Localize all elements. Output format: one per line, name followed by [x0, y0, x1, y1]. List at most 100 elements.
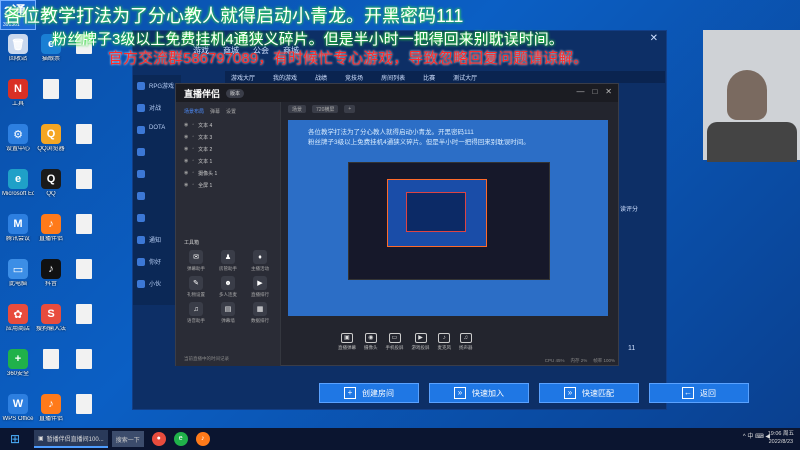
game-sidebar-item[interactable]	[133, 163, 181, 185]
clock-time: 19:06 周五	[767, 431, 794, 437]
game-sidebar-item[interactable]: RPG游戏	[133, 75, 181, 97]
desktop-icon[interactable]: +360安全	[2, 345, 34, 390]
desktop-icon[interactable]	[35, 75, 67, 120]
taskbar-search-input[interactable]: 搜索一下	[111, 431, 144, 447]
scene-item[interactable]: ◉ ▫ 文本 2	[176, 143, 280, 155]
scene-item[interactable]: ◉ ▫ 文本 1	[176, 155, 280, 167]
desktop-icon[interactable]	[68, 345, 100, 390]
toolbox-item[interactable]: ♫ 语音助手	[180, 302, 212, 324]
visibility-icon[interactable]: ◉	[184, 134, 188, 140]
start-menu-icon[interactable]: ⊞	[6, 430, 24, 448]
desktop-icon[interactable]: ✿ 应用商店	[2, 300, 34, 345]
game-action-button[interactable]: » 快速加入	[429, 383, 529, 403]
game-sidebar-item[interactable]	[133, 185, 181, 207]
toolbox-item[interactable]: ▶ 直播排行	[244, 276, 276, 298]
game-action-button[interactable]: ← 返回	[649, 383, 749, 403]
lock-icon[interactable]: ▫	[192, 134, 194, 140]
game-subnav-item[interactable]: 游戏大厅	[231, 73, 255, 82]
scene-tab[interactable]: 设置	[226, 108, 236, 115]
preview-tab[interactable]: 场景	[288, 105, 307, 113]
minimize-icon[interactable]: —	[576, 87, 584, 96]
game-subnav-item[interactable]: 竞技场	[345, 73, 363, 82]
game-sidebar-item[interactable]	[133, 207, 181, 229]
maximize-icon[interactable]: □	[592, 87, 597, 96]
close-icon[interactable]: ✕	[605, 87, 612, 96]
live-preview-canvas[interactable]: 各位教学打法为了分心教人就得启动小青龙。开黑密码111 粉丝牌子3级以上免费挂机…	[288, 120, 608, 316]
lock-icon[interactable]: ▫	[192, 146, 194, 152]
scene-item[interactable]: ◉ ▫ 摄像头 1	[176, 167, 280, 179]
desktop-icon[interactable]	[35, 345, 67, 390]
visibility-icon[interactable]: ◉	[184, 158, 188, 164]
toolbox-item[interactable]: ▦ 数据排行	[244, 302, 276, 324]
broadcast-control[interactable]: ♫ 扬声器	[459, 333, 473, 351]
lock-icon[interactable]: ▫	[192, 122, 194, 128]
desktop-icon[interactable]	[68, 120, 100, 165]
toolbox-item[interactable]: ♟ 房管助手	[212, 250, 244, 272]
game-sidebar-item[interactable]: 对战	[133, 97, 181, 119]
desktop-icon[interactable]: Q QQ浏览器	[35, 120, 67, 165]
game-sidebar-item[interactable]: 小伙	[133, 273, 181, 295]
taskbar-browser-icon[interactable]: ●	[151, 432, 166, 446]
visibility-icon[interactable]: ◉	[184, 122, 188, 128]
desktop-icon[interactable]	[68, 210, 100, 255]
game-sidebar-item[interactable]: 通知	[133, 229, 181, 251]
game-sidebar: RPG游戏 对战 DOTA 通知 你好 小伙	[133, 75, 181, 305]
desktop-icon[interactable]	[68, 255, 100, 300]
broadcast-control[interactable]: ▶ 游戏投屏	[412, 333, 430, 351]
scene-tab[interactable]: 弹幕	[210, 108, 220, 115]
desktop-icon[interactable]: ▭ 此电脑	[2, 255, 34, 300]
desktop-icon[interactable]: e Microsoft Edge	[2, 165, 34, 210]
visibility-icon[interactable]: ◉	[184, 170, 188, 176]
desktop-icon[interactable]: M 腾讯会议	[2, 210, 34, 255]
game-subnav-item[interactable]: 我的游戏	[273, 73, 297, 82]
desktop-icon[interactable]	[68, 300, 100, 345]
taskbar-live-icon[interactable]: ♪	[195, 432, 210, 446]
scene-item[interactable]: ◉ ▫ 文本 4	[176, 119, 280, 131]
game-action-button[interactable]: + 创建房间	[319, 383, 419, 403]
broadcast-control[interactable]: ♪ 麦克风	[438, 333, 451, 351]
desktop-icon[interactable]: ♪ 抖音	[35, 255, 67, 300]
desktop-icon[interactable]	[68, 165, 100, 210]
scene-tab[interactable]: 场景布局	[184, 108, 204, 115]
desktop-icon[interactable]: S 搜狗输入法	[35, 300, 67, 345]
desktop-icon[interactable]: ⚙ 设置中心	[2, 120, 34, 165]
game-sidebar-item[interactable]: DOTA	[133, 119, 181, 141]
game-sidebar-item[interactable]: 你好	[133, 251, 181, 273]
scene-item[interactable]: ◉ ▫ 文本 3	[176, 131, 280, 143]
toolbox-item[interactable]: ✎ 礼物设置	[180, 276, 212, 298]
desktop-icon[interactable]: Q QQ	[35, 165, 67, 210]
game-close-icon[interactable]: ✕	[650, 33, 658, 44]
game-subnav-item[interactable]: 房间列表	[381, 73, 405, 82]
preview-tab[interactable]: 720横屏	[312, 105, 339, 113]
game-subnav-item[interactable]: 测试大厅	[453, 73, 477, 82]
game-subnav-item[interactable]: 比赛	[423, 73, 435, 82]
broadcast-control[interactable]: ▣ 直播弹幕	[338, 333, 356, 351]
toolbox-item[interactable]: ☻ 多人连麦	[212, 276, 244, 298]
visibility-icon[interactable]: ◉	[184, 146, 188, 152]
broadcast-control[interactable]: ▭ 手机投屏	[386, 333, 404, 351]
version-badge[interactable]: 版本	[226, 88, 245, 98]
system-stat: CPU 45%	[544, 358, 565, 363]
toolbox-item[interactable]: ✉ 弹幕助手	[180, 250, 212, 272]
taskbar-app-live-companion[interactable]: ▣ 暂播伴侣直播间100...	[34, 430, 108, 448]
visibility-icon[interactable]: ◉	[184, 182, 188, 188]
game-sidebar-item[interactable]	[133, 141, 181, 163]
lock-icon[interactable]: ▫	[192, 170, 194, 176]
preview-tab[interactable]: +	[344, 105, 356, 113]
live-companion-window[interactable]: 直播伴侣 版本 — □ ✕ 场景布局 弹幕 设置 ◉ ▫ 文本 4 ◉ ▫ 文本 3 ◉ ▫ 文本 …	[175, 83, 619, 366]
broadcast-control[interactable]: ◉ 摄像头	[364, 333, 378, 351]
toolbox-item[interactable]: ▤ 弹幕墙	[212, 302, 244, 324]
desktop-icon[interactable]	[68, 75, 100, 120]
system-tray[interactable]: ^ 中 ⌨ ◀	[743, 431, 770, 440]
desktop-icon[interactable]: N 工具	[2, 75, 34, 120]
taskbar-clock[interactable]: 19:06 周五 2022/8/23	[768, 430, 794, 446]
game-action-button[interactable]: » 快速匹配	[539, 383, 639, 403]
desktop-icon[interactable]: 🗑 回收站	[2, 30, 34, 75]
game-subnav-item[interactable]: 战绩	[315, 73, 327, 82]
lock-icon[interactable]: ▫	[192, 182, 194, 188]
lock-icon[interactable]: ▫	[192, 158, 194, 164]
desktop-icon[interactable]: ♪ 直播伴侣	[35, 210, 67, 255]
scene-item[interactable]: ◉ ▫ 全屏 1	[176, 179, 280, 191]
taskbar-360-icon[interactable]: e	[173, 432, 188, 446]
toolbox-item[interactable]: ♦ 主播活动	[244, 250, 276, 272]
